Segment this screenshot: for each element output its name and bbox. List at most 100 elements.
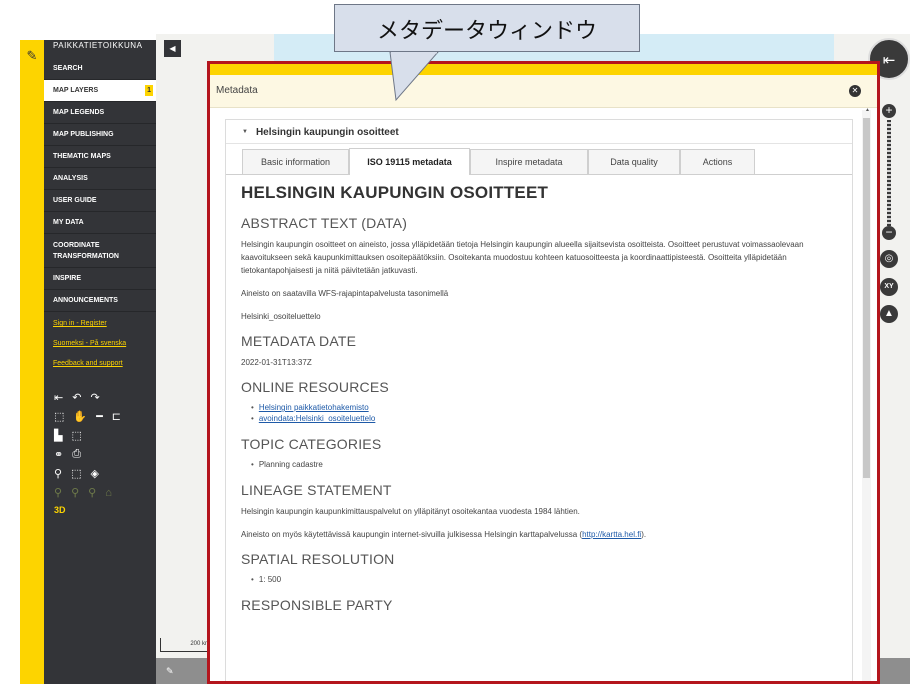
tab-iso-19115-metadata[interactable]: ISO 19115 metadata [349, 148, 470, 175]
sidebar-item-label: ANNOUNCEMENTS [53, 297, 118, 304]
lineage-service-prefix: Aineisto on myös käytettävissä kaupungin… [241, 530, 583, 539]
lineage-heading: LINEAGE STATEMENT [241, 482, 392, 498]
dataset-heading: HELSINGIN KAUPUNGIN OSOITTEET [241, 183, 549, 202]
route-tool-4-icon: ⌂ [105, 486, 112, 499]
caret-down-icon: ▼ [242, 129, 248, 135]
sidebar: PAIKKATIETOIKKUNA SEARCH MAP LAYERS 1 MAP… [44, 40, 156, 684]
link-icon[interactable]: ⚭ [54, 448, 63, 461]
language-links[interactable]: Suomeksi - På svenska [53, 338, 156, 350]
metadata-date-heading: METADATA DATE [241, 333, 357, 349]
close-icon[interactable]: ✕ [849, 85, 861, 97]
list-item: Helsingin paikkatietohakemisto [251, 402, 842, 413]
redo-icon[interactable]: ↷ [90, 391, 99, 404]
navigation-icon[interactable]: ▲ [880, 305, 898, 323]
sidebar-item-search[interactable]: SEARCH [44, 58, 156, 80]
sidebar-item-announcements[interactable]: ANNOUNCEMENTS [44, 290, 156, 312]
abstract-wfs-text: Aineisto on saatavilla WFS-rajapintapalv… [241, 289, 449, 298]
sidebar-item-label: THEMATIC MAPS [53, 153, 111, 160]
online-resource-link[interactable]: Helsingin paikkatietohakemisto [259, 403, 369, 412]
app-yellow-strip: ✎ [20, 40, 44, 684]
map-tools: ⇤ ↶ ↷ ⬚ ✋ ━ ⊏ ▙ ⬚ ⚭ ⎙ ⚲ ⬚ ◈ ⚲ ⚲ ⚲ ⌂ 3D [44, 388, 156, 515]
zoom-box-icon[interactable]: ⬚ [54, 410, 64, 423]
sidebar-item-my-data[interactable]: MY DATA [44, 212, 156, 234]
scroll-up-icon[interactable]: ▲ [865, 107, 870, 113]
scale-bar: 200 km [160, 638, 210, 652]
pan-hand-icon[interactable]: ✋ [73, 410, 87, 423]
kartta-link[interactable]: http://kartta.hel.fi [582, 530, 641, 539]
sidebar-item-label: SEARCH [53, 65, 83, 72]
metadata-content: HELSINGIN KAUPUNGIN OSOITTEET ABSTRACT T… [226, 175, 842, 613]
sidebar-item-thematic-maps[interactable]: THEMATIC MAPS [44, 146, 156, 168]
measure-line-icon[interactable]: ━ [96, 410, 103, 423]
app-logo-icon: ✎ [26, 48, 38, 63]
select-area-icon[interactable]: ⬚ [71, 429, 81, 442]
route-tool-3-icon: ⚲ [88, 487, 97, 499]
online-resource-link[interactable]: avoindata:Helsinki_osoiteluettelo [259, 414, 376, 423]
marker-icon[interactable]: ⚲ [54, 467, 62, 480]
route-tool-icon: ⚲ [54, 487, 63, 499]
sidebar-item-map-legends[interactable]: MAP LEGENDS [44, 102, 156, 124]
sidebar-item-inspire[interactable]: INSPIRE [44, 268, 156, 290]
zoom-slider[interactable] [887, 120, 891, 226]
sidebar-item-map-publishing[interactable]: MAP PUBLISHING [44, 124, 156, 146]
abstract-heading: ABSTRACT TEXT (DATA) [241, 215, 408, 231]
lineage-text: Helsingin kaupungin kaupunkimittauspalve… [241, 507, 580, 516]
sidebar-item-map-layers[interactable]: MAP LAYERS 1 [44, 80, 156, 102]
feedback-link[interactable]: Feedback and support [53, 358, 156, 370]
sidebar-item-analysis[interactable]: ANALYSIS [44, 168, 156, 190]
layer-metadata-panel: ▼ Helsingin kaupungin osoitteet Basic inf… [225, 119, 853, 681]
coordinates-icon[interactable]: XY [880, 278, 898, 296]
callout-box: メタデータウィンドウ [334, 4, 640, 52]
bottom-logo-icon: ✎ [166, 666, 174, 676]
list-item: avoindata:Helsinki_osoiteluettelo [251, 413, 842, 424]
tab-inspire-metadata[interactable]: Inspire metadata [470, 149, 588, 174]
metadata-title: Metadata [216, 85, 258, 96]
app-brand: PAIKKATIETOIKKUNA [53, 41, 143, 50]
tab-basic-information[interactable]: Basic information [242, 149, 349, 174]
undo-icon[interactable]: ↶ [72, 391, 81, 404]
print-icon[interactable]: ⎙ [72, 448, 81, 461]
tab-actions[interactable]: Actions [680, 149, 755, 174]
tab-data-quality[interactable]: Data quality [588, 149, 680, 174]
metadata-date-value: 2022-01-31T13:37Z [241, 358, 312, 367]
reset-view-icon[interactable]: ⇤ [54, 391, 63, 404]
online-resources-heading: ONLINE RESOURCES [241, 379, 389, 395]
metadata-window: Metadata ✕ ▲ ▼ Helsingin kaupungin osoitt… [207, 61, 880, 684]
sidebar-item-label: MAP LEGENDS [53, 109, 105, 116]
sidebar-item-label: COORDINATE TRANSFORMATION [53, 242, 119, 260]
topic-categories-list: Planning cadastre [251, 459, 842, 470]
sidebar-item-user-guide[interactable]: USER GUIDE [44, 190, 156, 212]
sign-in-register-link[interactable]: Sign in - Register [53, 318, 156, 330]
select-feature-icon[interactable]: ⬚ [71, 467, 81, 480]
measure-area-icon[interactable]: ⊏ [112, 410, 121, 423]
zoom-out-icon[interactable]: − [882, 226, 896, 240]
3d-button[interactable]: 3D [54, 505, 156, 515]
sidebar-item-label: MAP PUBLISHING [53, 131, 114, 138]
abstract-layer-name: Helsinki_osoiteluettelo [241, 312, 321, 321]
metadata-header-accent [210, 64, 877, 75]
list-item: Planning cadastre [251, 459, 842, 470]
responsible-party-heading: RESPONSIBLE PARTY [241, 597, 393, 613]
metadata-tabs: Basic information ISO 19115 metadata Ins… [226, 147, 852, 175]
my-location-icon[interactable]: ◎ [880, 250, 898, 268]
lineage-service-text: Aineisto on myös käytettävissä kaupungin… [241, 528, 842, 541]
collapse-sidebar-button[interactable]: ◀ [164, 40, 181, 57]
abstract-text: Helsingin kaupungin osoitteet on aineist… [241, 240, 804, 275]
callout-pointer [389, 52, 439, 102]
layer-count-badge: 1 [145, 85, 153, 96]
feature-info-icon[interactable]: ◈ [90, 467, 98, 480]
layer-title: Helsingin kaupungin osoitteet [255, 127, 399, 138]
topic-categories-heading: TOPIC CATEGORIES [241, 436, 382, 452]
sidebar-item-label: ANALYSIS [53, 175, 88, 182]
spatial-resolution-heading: SPATIAL RESOLUTION [241, 551, 395, 567]
zoom-in-icon[interactable]: + [882, 104, 896, 118]
route-tool-2-icon: ⚲ [71, 487, 80, 499]
lineage-service-suffix: ). [641, 530, 647, 539]
map-view-icon[interactable]: ▙ [54, 429, 62, 442]
scrollbar-thumb[interactable] [863, 118, 870, 478]
layer-title-row[interactable]: ▼ Helsingin kaupungin osoitteet [226, 120, 852, 144]
metadata-header[interactable]: Metadata ✕ [210, 75, 877, 108]
sidebar-item-coordinate-transformation[interactable]: COORDINATE TRANSFORMATION [44, 234, 156, 268]
online-resources-list: Helsingin paikkatietohakemisto avoindata… [251, 402, 842, 424]
sidebar-item-label: MAP LAYERS [53, 87, 99, 94]
